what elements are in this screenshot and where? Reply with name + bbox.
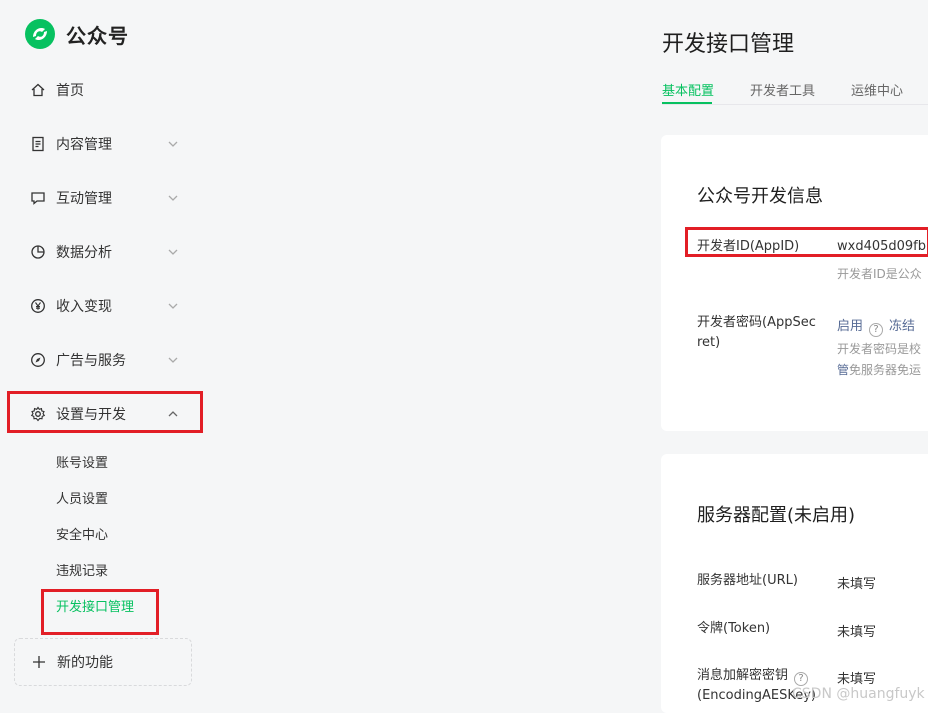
chevron-down-icon: [168, 141, 178, 147]
appsecret-actions: 启用? 冻结: [837, 315, 915, 337]
dev-info-title: 公众号开发信息: [697, 186, 823, 207]
new-function-button[interactable]: 新的功能: [14, 638, 192, 686]
sidebar-subitem-dev-interface[interactable]: 开发接口管理: [56, 596, 134, 615]
dev-info-card: 公众号开发信息 开发者ID(AppID) wxd405d09fb3 开发者ID是…: [661, 135, 928, 431]
sidebar-subitem-member-settings[interactable]: 人员设置: [56, 488, 108, 507]
chevron-down-icon: [168, 249, 178, 255]
sidebar: 公众号 首页 内容管理 互动管理 数据分析 收入变现 广告与服务 设置与开发 账…: [0, 0, 208, 713]
help-icon[interactable]: ?: [869, 322, 884, 337]
sidebar-item-analytics[interactable]: 数据分析: [14, 232, 194, 272]
aes-key-label-line1: 消息加解密密钥: [697, 668, 789, 683]
pie-chart-icon: [30, 244, 46, 260]
server-url-label: 服务器地址(URL): [697, 573, 798, 588]
chevron-down-icon: [168, 303, 178, 309]
home-icon: [30, 82, 46, 98]
chevron-down-icon: [168, 357, 178, 363]
sidebar-item-label: 首页: [56, 83, 84, 99]
help-icon[interactable]: ?: [794, 672, 809, 686]
sidebar-item-interaction[interactable]: 互动管理: [14, 178, 194, 218]
gear-icon: [30, 406, 46, 422]
sidebar-item-settings-dev[interactable]: 设置与开发: [14, 394, 194, 434]
sidebar-subitem-violation-records[interactable]: 违规记录: [56, 560, 108, 579]
token-value: 未填写: [837, 625, 877, 640]
page-title: 开发接口管理: [662, 32, 795, 57]
watermark: CSDN @huangfuyk: [792, 686, 925, 702]
sidebar-item-label: 设置与开发: [56, 407, 126, 423]
aes-key-value: 未填写: [837, 672, 877, 687]
sidebar-subitem-account-settings[interactable]: 账号设置: [56, 452, 108, 471]
appid-label: 开发者ID(AppID): [697, 239, 800, 254]
appsecret-label: 开发者密码(AppSec ret): [697, 313, 816, 353]
active-tab-indicator: [662, 102, 712, 104]
sidebar-item-label: 数据分析: [56, 245, 112, 261]
appsecret-freeze-link[interactable]: 冻结: [889, 319, 915, 334]
sidebar-item-ads-services[interactable]: 广告与服务: [14, 340, 194, 380]
plus-icon: [33, 656, 45, 668]
appsecret-hint-link[interactable]: 管: [837, 363, 849, 377]
sidebar-item-label: 广告与服务: [56, 353, 126, 369]
tab-ops-center[interactable]: 运维中心: [851, 80, 903, 104]
brand-name: 公众号: [66, 23, 129, 48]
token-label: 令牌(Token): [697, 621, 771, 636]
tab-basic-config[interactable]: 基本配置: [662, 80, 714, 104]
chevron-down-icon: [168, 195, 178, 201]
wechat-official-account-logo: [25, 19, 55, 49]
appsecret-label-line2: ret): [697, 335, 721, 350]
tab-dev-tools[interactable]: 开发者工具: [750, 80, 815, 104]
document-icon: [30, 136, 46, 152]
compass-icon: [30, 352, 46, 368]
appsecret-label-line1: 开发者密码(AppSec: [697, 315, 816, 330]
sidebar-item-label: 收入变现: [56, 299, 112, 315]
appsecret-hint-rest: 免服务器免运: [849, 363, 922, 377]
appid-value: wxd405d09fb3: [837, 239, 928, 254]
tab-divider: [662, 104, 928, 105]
sidebar-item-home[interactable]: 首页: [14, 70, 194, 110]
server-config-title: 服务器配置(未启用): [697, 505, 856, 526]
appid-hint: 开发者ID是公众: [837, 267, 922, 281]
sidebar-subitem-security-center[interactable]: 安全中心: [56, 524, 108, 543]
appsecret-hint: 开发者密码是校: [837, 342, 922, 356]
appsecret-enable-link[interactable]: 启用: [837, 319, 863, 334]
sidebar-item-label: 内容管理: [56, 137, 112, 153]
server-config-card: 服务器配置(未启用) 服务器地址(URL) 未填写 令牌(Token) 未填写 …: [661, 454, 928, 713]
appsecret-hint-2: 管免服务器免运: [837, 360, 921, 381]
new-function-label: 新的功能: [57, 655, 113, 671]
yen-icon: [30, 298, 46, 314]
message-icon: [30, 190, 46, 206]
chevron-up-icon: [168, 411, 178, 417]
sidebar-item-content[interactable]: 内容管理: [14, 124, 194, 164]
server-url-value: 未填写: [837, 577, 877, 592]
tab-bar: 基本配置 开发者工具 运维中心: [662, 80, 928, 104]
sidebar-item-monetization[interactable]: 收入变现: [14, 286, 194, 326]
brand[interactable]: 公众号: [24, 18, 129, 50]
sidebar-item-label: 互动管理: [56, 191, 112, 207]
